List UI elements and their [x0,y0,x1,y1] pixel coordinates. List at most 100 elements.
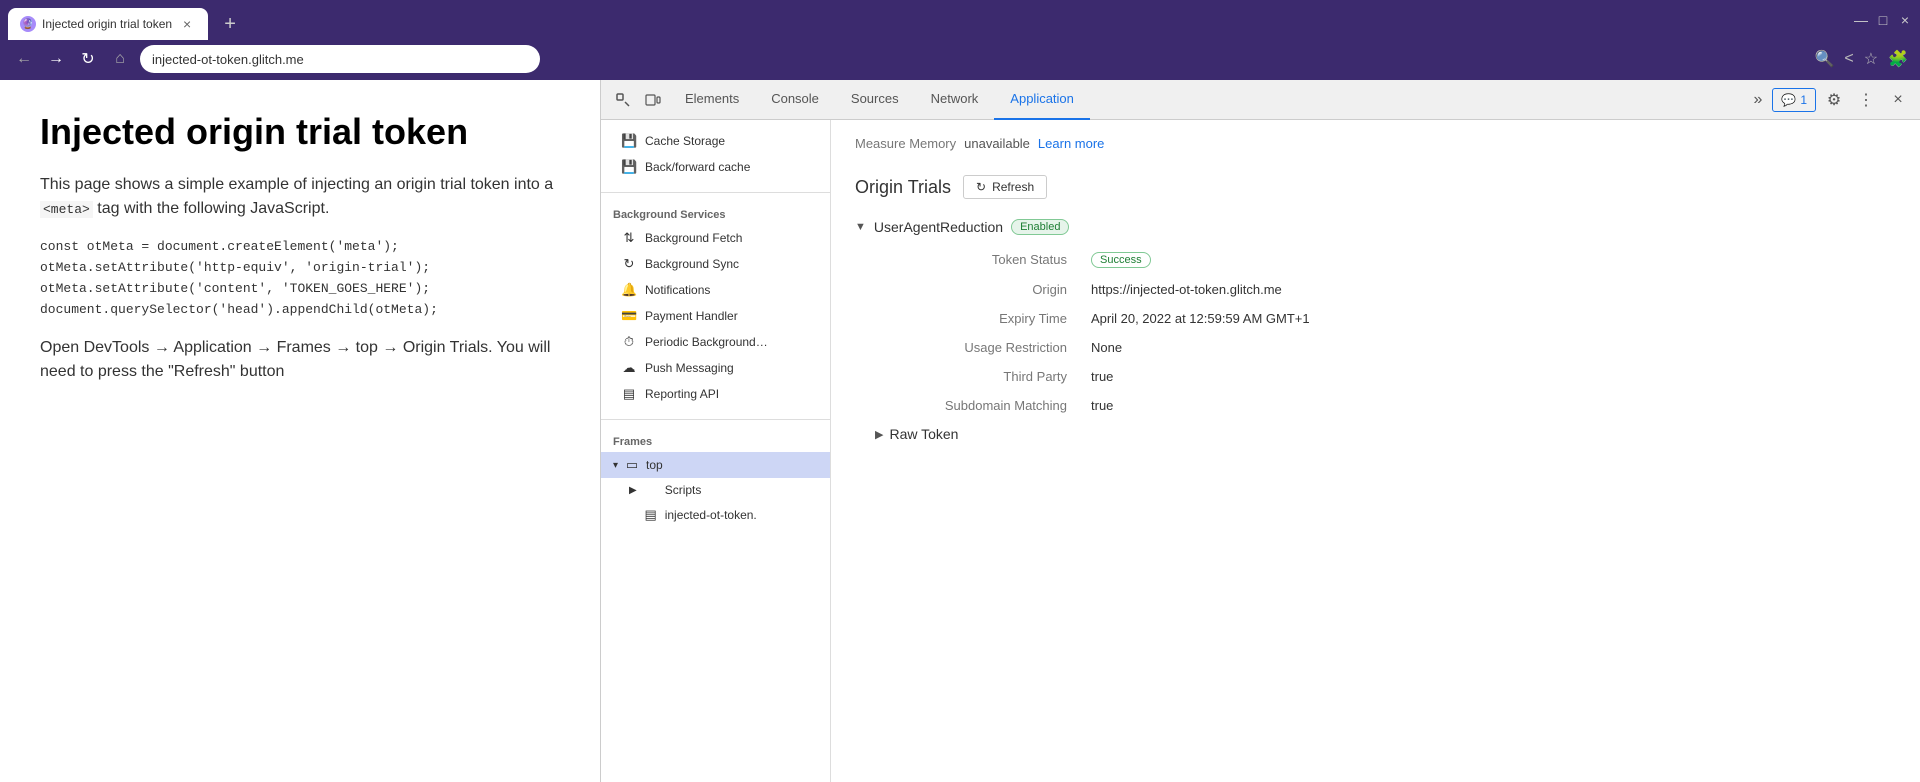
expiry-value: April 20, 2022 at 12:59:59 AM GMT+1 [1091,306,1896,331]
origin-trial-entry: ▼ UserAgentReduction Enabled Token Statu… [855,219,1896,442]
learn-more-link[interactable]: Learn more [1038,136,1104,151]
notifications-icon: 🔔 [621,282,637,298]
enabled-badge: Enabled [1011,219,1069,235]
tab-bar: 🔮 Injected origin trial token × + — □ × [0,0,1920,40]
bg-services-header: Background Services [601,205,830,225]
tab-title: Injected origin trial token [42,17,172,31]
window-close-button[interactable]: × [1898,13,1912,27]
page-heading: Injected origin trial token [40,110,560,153]
devtools-tabs: Elements Console Sources Network Applica… [669,80,1743,120]
subdomain-label: Subdomain Matching [875,393,1075,418]
close-devtools-button[interactable]: × [1884,86,1912,114]
trial-expand-arrow[interactable]: ▼ [855,221,866,233]
feedback-button[interactable]: 💬 1 [1772,88,1816,112]
expiry-label: Expiry Time [875,306,1075,331]
frames-header: Frames [601,432,830,452]
back-button[interactable]: ← [12,47,36,71]
token-details: Token Status Success Origin https://inje… [875,247,1896,418]
devtools-toolbar: Elements Console Sources Network Applica… [601,80,1920,120]
tab-network[interactable]: Network [915,80,995,120]
bfcache-icon: 💾 [621,159,637,175]
chat-icon: 💬 [1781,93,1796,107]
devtools-main-panel: Measure Memory unavailable Learn more Or… [831,120,1920,782]
token-status-label: Token Status [875,247,1075,273]
devtools-panel: Elements Console Sources Network Applica… [600,80,1920,782]
maximize-button[interactable]: □ [1876,13,1890,27]
zoom-icon[interactable]: 🔍 [1814,49,1834,69]
new-tab-button[interactable]: + [216,10,244,38]
devtools-body: 💾 Cache Storage 💾 Back/forward cache Bac… [601,120,1920,782]
refresh-page-button[interactable]: ↻ [76,47,100,71]
page-paragraph1: This page shows a simple example of inje… [40,173,560,221]
tab-sources[interactable]: Sources [835,80,915,120]
settings-button[interactable]: ⚙ [1820,86,1848,114]
origin-trials-title: Origin Trials [855,177,951,198]
tab-elements[interactable]: Elements [669,80,755,120]
tab-favicon: 🔮 [20,16,36,32]
measure-memory-status: unavailable [964,136,1030,151]
code-block: const otMeta = document.createElement('m… [40,237,560,320]
raw-token-arrow[interactable]: ▶ [875,428,883,441]
sidebar-item-reporting-api[interactable]: ▤ Reporting API [601,381,830,407]
active-tab[interactable]: 🔮 Injected origin trial token × [8,8,208,40]
webpage-content: Injected origin trial token This page sh… [0,80,600,782]
sidebar-item-notifications[interactable]: 🔔 Notifications [601,277,830,303]
more-tabs-button[interactable]: » [1745,91,1770,109]
push-messaging-icon: ☁ [621,360,637,376]
sidebar-item-cache-storage[interactable]: 💾 Cache Storage [601,128,830,154]
sidebar-item-periodic-bg[interactable]: ⏱ Periodic Background… [601,329,830,355]
origin-label: Origin [875,277,1075,302]
tab-application[interactable]: Application [994,80,1090,120]
background-sync-icon: ↻ [621,256,637,272]
main-container: Injected origin trial token This page sh… [0,80,1920,782]
frame-icon: ▭ [624,457,640,473]
frames-section: Frames ▾ ▭ top ▶ Scripts ▶ ▤ injecte [601,424,830,536]
token-status-value: Success [1091,247,1896,273]
page-paragraph2: Open DevTools → Application → Frames → t… [40,336,560,384]
tab-console[interactable]: Console [755,80,835,120]
address-input[interactable] [140,45,540,73]
third-party-value: true [1091,364,1896,389]
frames-item-injected-token[interactable]: ▶ ▤ injected-ot-token. [601,502,830,528]
frames-item-scripts[interactable]: ▶ Scripts [601,478,830,502]
cache-storage-icon: 💾 [621,133,637,149]
frames-item-top[interactable]: ▾ ▭ top [601,452,830,478]
minimize-button[interactable]: — [1854,13,1868,27]
forward-button[interactable]: → [44,47,68,71]
background-services-section: Background Services ⇅ Background Fetch ↻… [601,197,830,415]
share-icon[interactable]: < [1844,50,1853,68]
third-party-label: Third Party [875,364,1075,389]
raw-token-row: ▶ Raw Token [875,426,1896,442]
inspect-element-button[interactable] [609,86,637,114]
origin-trials-header: Origin Trials ↻ Refresh [855,175,1896,199]
more-options-button[interactable]: ⋮ [1852,86,1880,114]
scripts-arrow-icon: ▶ [629,485,637,496]
origin-value: https://injected-ot-token.glitch.me [1091,277,1896,302]
sidebar-item-background-fetch[interactable]: ⇅ Background Fetch [601,225,830,251]
devtools-toolbar-end: 💬 1 ⚙ ⋮ × [1772,86,1912,114]
background-fetch-icon: ⇅ [621,230,637,246]
usage-restriction-value: None [1091,335,1896,360]
storage-section: 💾 Cache Storage 💾 Back/forward cache [601,120,830,188]
sidebar-item-background-sync[interactable]: ↻ Background Sync [601,251,830,277]
sidebar-item-push-messaging[interactable]: ☁ Push Messaging [601,355,830,381]
extensions-icon[interactable]: 🧩 [1888,49,1908,69]
browser-chrome: 🔮 Injected origin trial token × + — □ × … [0,0,1920,80]
trial-entry-header: ▼ UserAgentReduction Enabled [855,219,1896,235]
home-button[interactable]: ⌂ [108,47,132,71]
address-bar-actions: 🔍 < ☆ 🧩 [1814,49,1908,69]
usage-restriction-label: Usage Restriction [875,335,1075,360]
devtools-sidebar: 💾 Cache Storage 💾 Back/forward cache Bac… [601,120,831,782]
sidebar-item-bfcache[interactable]: 💾 Back/forward cache [601,154,830,180]
bookmark-icon[interactable]: ☆ [1864,49,1878,69]
meta-code: <meta> [40,201,93,218]
trial-name: UserAgentReduction [874,219,1003,235]
sidebar-item-payment-handler[interactable]: 💳 Payment Handler [601,303,830,329]
address-bar: ← → ↻ ⌂ 🔍 < ☆ 🧩 [0,40,1920,80]
tab-close-button[interactable]: × [178,15,196,33]
device-toolbar-button[interactable] [639,86,667,114]
measure-memory-row: Measure Memory unavailable Learn more [855,136,1896,151]
divider2 [601,419,830,420]
refresh-button[interactable]: ↻ Refresh [963,175,1047,199]
refresh-icon: ↻ [976,180,986,194]
